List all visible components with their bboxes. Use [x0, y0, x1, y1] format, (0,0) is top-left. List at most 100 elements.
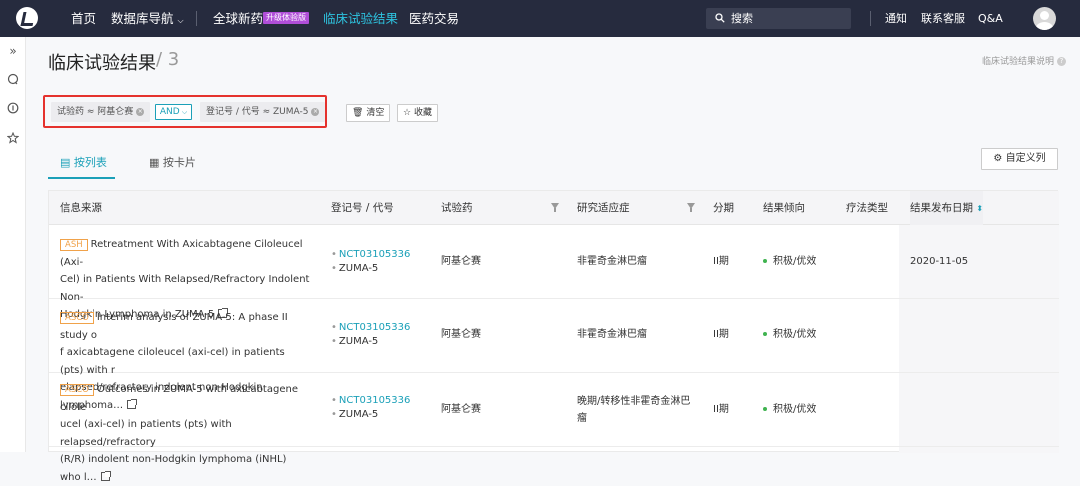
- registration-cell: • NCT03105336 • ZUMA-5: [331, 322, 411, 347]
- conference-tag: ASCO: [60, 384, 94, 396]
- drug-cell: 阿基仑赛: [441, 256, 481, 267]
- indication-cell: 非霍奇金淋巴瘤: [577, 329, 647, 340]
- contact-support-link[interactable]: 联系客服: [921, 0, 965, 37]
- conference-tag: ASH: [60, 239, 88, 251]
- remove-icon[interactable]: ×: [311, 107, 320, 116]
- nav-pharma-deals[interactable]: 医药交易: [409, 0, 459, 37]
- question-icon: ?: [1057, 57, 1066, 66]
- expand-sidebar-icon[interactable]: »: [7, 45, 19, 57]
- registration-link[interactable]: NCT03105336: [339, 322, 410, 333]
- table-row: ASCO Interim analysis of ZUMA-5: A phase …: [49, 299, 1059, 411]
- external-link-icon[interactable]: [100, 470, 111, 481]
- favorite-button[interactable]: ☆ 收藏: [397, 104, 438, 122]
- registration-cell: • NCT03105336 • ZUMA-5: [331, 395, 411, 420]
- user-avatar[interactable]: [1033, 7, 1056, 30]
- col-indication: 研究适应症: [577, 202, 630, 214]
- tendency-cell: 积极/优效: [763, 326, 816, 343]
- top-navigation-bar: 首页 数据库导航 ⌵ 全球新药 升级体验版 临床试验结果 医药交易 通知 联系客…: [0, 0, 1080, 37]
- indication-line: 瘤: [577, 413, 587, 424]
- nav-home[interactable]: 首页: [71, 0, 96, 37]
- star-icon[interactable]: [7, 132, 19, 144]
- tendency-cell: 积极/优效: [763, 253, 816, 270]
- phase-cell: II期: [713, 256, 729, 267]
- page-title: 临床试验结果: [48, 53, 156, 74]
- qa-link[interactable]: Q&A: [978, 0, 1003, 37]
- search-icon: [715, 13, 725, 23]
- status-dot: [763, 407, 767, 411]
- star-outline-icon: ☆: [403, 108, 412, 118]
- status-dot: [763, 332, 767, 336]
- tendency-label: 积极/优效: [773, 329, 817, 340]
- filter-icon[interactable]: [551, 203, 559, 212]
- indication-cell: 晚期/转移性非霍奇金淋巴 瘤: [577, 393, 699, 427]
- filter-icon[interactable]: [687, 203, 695, 212]
- results-table: 信息来源 登记号 / 代号 试验药 研究适应症 分期 结果倾向 疗法类型 结果发…: [48, 190, 1059, 483]
- source-cell[interactable]: ASCO Outcomes in ZUMA-5 with axicabtagene…: [60, 381, 310, 486]
- registration-cell: • NCT03105336 • ZUMA-5: [331, 249, 411, 274]
- tendency-label: 积极/优效: [773, 256, 817, 267]
- tab-card-view[interactable]: ▦ 按卡片: [149, 154, 196, 170]
- col-publish-date[interactable]: 结果发布日期 ⬍: [910, 191, 984, 225]
- tendency-cell: 积极/优效: [763, 401, 816, 418]
- registration-link[interactable]: NCT03105336: [339, 395, 410, 406]
- filter-chip-drug-label: 试验药 ≈ 阿基仑赛: [57, 107, 134, 117]
- nav-database-label: 数据库导航: [111, 11, 174, 26]
- chevron-down-icon: ⌵: [179, 108, 188, 116]
- nav-database[interactable]: 数据库导航 ⌵: [111, 0, 184, 37]
- help-link[interactable]: 临床试验结果说明?: [982, 54, 1066, 67]
- nav-clinical-results[interactable]: 临床试验结果: [323, 0, 398, 37]
- tab-list-view[interactable]: ▤ 按列表: [60, 154, 107, 170]
- remove-icon[interactable]: ×: [136, 107, 145, 116]
- col-registration: 登记号 / 代号: [331, 202, 394, 214]
- source-title-line: Interim analysis of ZUMA-5: A phase II s…: [60, 312, 288, 341]
- col-phase: 分期: [713, 202, 734, 214]
- conference-tag: ASCO: [60, 312, 94, 324]
- nav-divider: [870, 11, 871, 26]
- registration-link[interactable]: NCT03105336: [339, 249, 410, 260]
- col-tendency: 结果倾向: [763, 202, 805, 214]
- active-tab-indicator: [48, 177, 115, 179]
- help-link-label: 临床试验结果说明: [981, 57, 1054, 67]
- table-row: ASH Retreatment With Axicabtagene Ciloleu…: [49, 225, 1059, 320]
- col-publish-date-label: 结果发布日期: [910, 202, 973, 214]
- col-source: 信息来源: [60, 202, 102, 214]
- indication-line: 晚期/转移性非霍奇金淋巴: [577, 396, 691, 407]
- chat-icon[interactable]: [7, 73, 19, 85]
- col-therapy-type: 疗法类型: [846, 202, 888, 214]
- col-drug: 试验药: [441, 202, 473, 214]
- filter-conditions: 试验药 ≈ 阿基仑赛 × AND ⌵ 登记号 / 代号 ≈ ZUMA-5 ×: [43, 95, 327, 128]
- info-icon[interactable]: [7, 102, 19, 114]
- source-title-line: Outcomes in ZUMA-5 with axicabtagene cil…: [60, 384, 298, 413]
- registration-code: ZUMA-5: [338, 263, 379, 274]
- notifications-link[interactable]: 通知: [885, 0, 907, 37]
- operator-label: AND: [159, 107, 180, 117]
- app-logo-icon[interactable]: [16, 7, 38, 29]
- tendency-label: 积极/优效: [773, 404, 817, 415]
- trash-icon: 🗑: [352, 108, 364, 118]
- filter-chip-registration[interactable]: 登记号 / 代号 ≈ ZUMA-5 ×: [200, 102, 326, 122]
- tab-card-label: 按卡片: [162, 156, 196, 169]
- search-input[interactable]: [731, 10, 841, 27]
- drug-cell: 阿基仑赛: [441, 329, 481, 340]
- clear-button[interactable]: 🗑 清空: [346, 104, 391, 122]
- filter-chip-registration-label: 登记号 / 代号 ≈ ZUMA-5: [206, 107, 309, 117]
- custom-columns-button[interactable]: ⚙ 自定义列: [981, 148, 1058, 170]
- source-title-line: Retreatment With Axicabtagene Ciloleucel…: [60, 239, 303, 268]
- table-icon: ▤: [60, 156, 71, 169]
- search-box[interactable]: [706, 8, 851, 29]
- upgrade-badge[interactable]: 升级体验版: [263, 12, 309, 24]
- source-title-line: (R/R) indolent non-Hodgkin lymphoma (iNH…: [60, 454, 287, 483]
- clear-button-label: 清空: [366, 108, 385, 118]
- registration-code: ZUMA-5: [338, 336, 379, 347]
- registration-code: ZUMA-5: [338, 409, 379, 420]
- operator-select[interactable]: AND ⌵: [155, 104, 192, 120]
- settings-icon: ⚙: [993, 153, 1003, 164]
- source-title-line: ucel (axi-cel) in patients (pts) with re…: [60, 419, 232, 448]
- tab-list-label: 按列表: [73, 156, 107, 169]
- favorite-button-label: 收藏: [413, 108, 432, 118]
- main-content: 临床试验结果 / 3 临床试验结果说明? 试验药 ≈ 阿基仑赛 × AND ⌵ 登…: [26, 37, 1080, 483]
- filter-chip-drug[interactable]: 试验药 ≈ 阿基仑赛 ×: [51, 102, 151, 122]
- nav-global-new-drugs[interactable]: 全球新药: [213, 0, 263, 37]
- sort-icon[interactable]: ⬍: [976, 204, 983, 213]
- drug-cell: 阿基仑赛: [441, 404, 481, 415]
